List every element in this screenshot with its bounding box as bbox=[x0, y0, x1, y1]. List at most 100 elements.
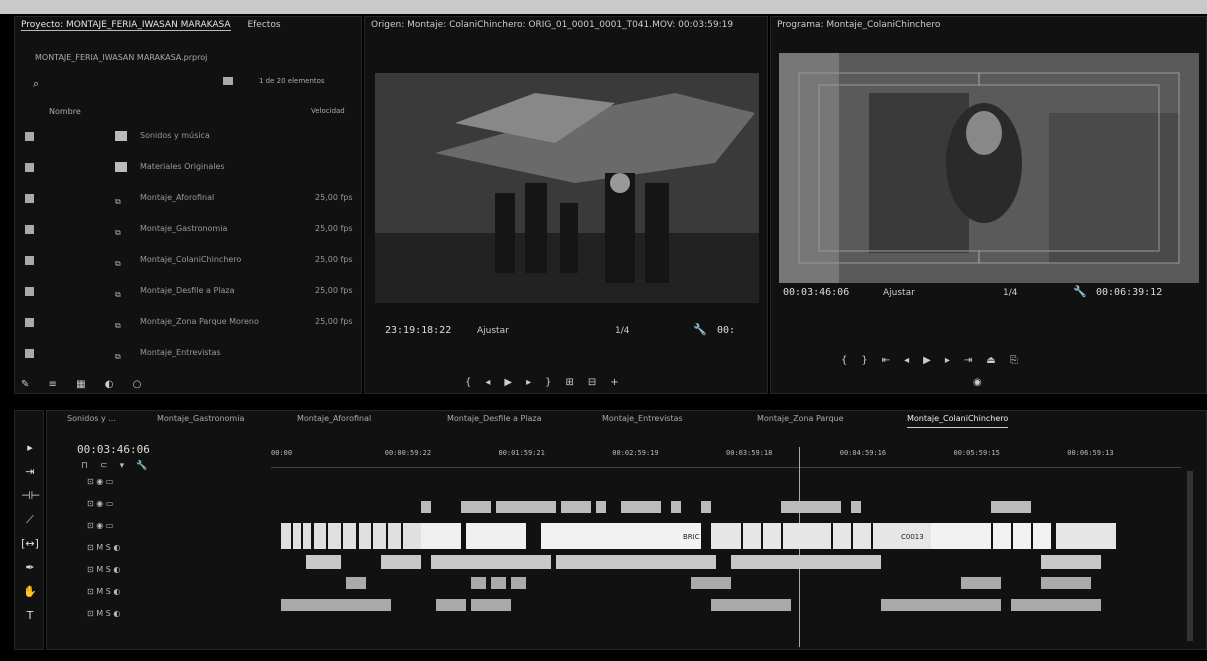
track-header-controls[interactable]: ⊡ M S ◐ bbox=[87, 543, 120, 552]
timeline-timecode[interactable]: 00:03:46:06 bbox=[77, 443, 150, 456]
source-video-image bbox=[375, 73, 759, 303]
timeline-tab[interactable]: Montaje_Gastronomia bbox=[157, 411, 244, 427]
label-color-chip[interactable] bbox=[25, 318, 34, 327]
linked-icon[interactable]: ⊂ bbox=[100, 461, 120, 471]
source-fit-select[interactable]: Ajustar bbox=[477, 326, 509, 336]
label-color-chip[interactable] bbox=[25, 287, 34, 296]
timeline-tab[interactable]: Montaje_ColaniChinchero bbox=[907, 411, 1009, 428]
mark-out-icon[interactable]: } bbox=[861, 355, 881, 366]
camera-icon[interactable]: ◉ bbox=[973, 377, 982, 388]
clip-label-c0013: C0013 bbox=[901, 533, 924, 541]
mark-in-icon[interactable]: { bbox=[841, 355, 861, 366]
overwrite-icon[interactable]: ⊟ bbox=[588, 377, 610, 388]
project-item-name: Montaje_Zona Parque Moreno bbox=[140, 317, 259, 326]
go-to-in-icon[interactable]: ⇤ bbox=[882, 355, 904, 366]
project-list-item[interactable]: ⧉ Montaje_Desfile a Plaza 25,00 fps bbox=[15, 282, 361, 300]
tab-project[interactable]: Proyecto: MONTAJE_FERIA_IWASAN MARAKASA bbox=[21, 20, 231, 31]
project-item-rate: 25,00 fps bbox=[315, 193, 353, 202]
pen-tool-icon[interactable]: ✒ bbox=[21, 561, 39, 574]
insert-icon[interactable]: ⊞ bbox=[566, 377, 588, 388]
label-color-chip[interactable] bbox=[25, 194, 34, 203]
ruler-label: 00:03:59:18 bbox=[726, 449, 773, 457]
timeline-tab[interactable]: Montaje_Desfile a Plaza bbox=[447, 411, 542, 427]
ruler-label: 00:02:59:19 bbox=[612, 449, 659, 457]
label-color-chip[interactable] bbox=[25, 132, 34, 141]
project-list-item[interactable]: Materiales Originales bbox=[15, 158, 361, 176]
type-tool-icon[interactable]: T bbox=[21, 609, 39, 622]
project-file-name: MONTAJE_FERIA_IWASAN MARAKASA.prproj bbox=[35, 53, 208, 62]
ruler-label: 00:01:59:21 bbox=[498, 449, 545, 457]
timeline-tab[interactable]: Montaje_Entrevistas bbox=[602, 411, 683, 427]
hand-tool-icon[interactable]: ✋ bbox=[21, 585, 39, 598]
source-timecode[interactable]: 23:19:18:22 bbox=[385, 325, 451, 336]
project-panel-header: Proyecto: MONTAJE_FERIA_IWASAN MARAKASA … bbox=[15, 17, 361, 33]
project-list-item[interactable]: ⧉ Montaje_ColaniChinchero 25,00 fps bbox=[15, 251, 361, 269]
project-list-item[interactable]: ⧉ Montaje_Entrevistas bbox=[15, 344, 361, 362]
selection-tool-icon[interactable]: ▸ bbox=[21, 441, 39, 454]
new-bin-icon[interactable] bbox=[223, 77, 233, 85]
track-select-tool-icon[interactable]: ⇥ bbox=[21, 465, 39, 478]
tab-effects[interactable]: Efectos bbox=[247, 20, 280, 30]
tools-panel: ▸ ⇥ ⊣⊢ ⟋ [↔] ✒ ✋ T bbox=[14, 410, 44, 650]
track-header-controls[interactable]: ⊡ ◉ ▭ bbox=[87, 521, 113, 530]
column-rate-header[interactable]: Velocidad bbox=[311, 107, 345, 115]
project-list-item[interactable]: Sonidos y música bbox=[15, 127, 361, 145]
settings-wrench-icon[interactable]: 🔧 bbox=[136, 461, 159, 471]
track-header-controls[interactable]: ⊡ M S ◐ bbox=[87, 587, 120, 596]
track-header-controls[interactable]: ⊡ M S ◐ bbox=[87, 565, 120, 574]
ripple-edit-tool-icon[interactable]: ⊣⊢ bbox=[21, 489, 40, 502]
lift-icon[interactable]: ⏏ bbox=[986, 355, 1009, 366]
source-monitor-header[interactable]: Origen: Montaje: ColaniChinchero: ORIG_0… bbox=[365, 17, 767, 33]
timeline-scrollbar[interactable] bbox=[1187, 471, 1193, 641]
column-name-header[interactable]: Nombre bbox=[49, 107, 81, 116]
project-list-item[interactable]: ⧉ Montaje_Aforofinal 25,00 fps bbox=[15, 189, 361, 207]
mark-out-icon[interactable]: } bbox=[545, 377, 565, 388]
project-list-item[interactable]: ⧉ Montaje_Zona Parque Moreno 25,00 fps bbox=[15, 313, 361, 331]
sequence-icon: ⧉ bbox=[115, 197, 121, 206]
add-button-icon[interactable]: + bbox=[610, 377, 632, 388]
slip-tool-icon[interactable]: [↔] bbox=[21, 537, 39, 550]
program-fit-select[interactable]: Ajustar bbox=[883, 288, 915, 298]
source-quality-select[interactable]: 1/4 bbox=[615, 326, 629, 336]
mark-in-icon[interactable]: { bbox=[465, 377, 485, 388]
time-ruler[interactable]: 00:00 00:00:59:22 00:01:59:21 00:02:59:19 00… bbox=[271, 447, 1181, 468]
marker-icon[interactable]: ▾ bbox=[120, 461, 137, 471]
timeline-clips[interactable]: BRIC C0013 bbox=[271, 471, 1181, 649]
track-header-controls[interactable]: ⊡ ◉ ▭ bbox=[87, 477, 113, 486]
extract-icon[interactable]: ⎘ bbox=[1010, 355, 1032, 366]
step-forward-icon[interactable]: ▸ bbox=[945, 355, 964, 366]
program-wrench-icon[interactable]: 🔧 bbox=[1073, 285, 1087, 298]
play-icon[interactable]: ▶ bbox=[504, 377, 526, 388]
go-to-out-icon[interactable]: ⇥ bbox=[964, 355, 986, 366]
wrench-icon[interactable]: 🔧 bbox=[693, 323, 707, 336]
step-back-icon[interactable]: ◂ bbox=[485, 377, 504, 388]
timeline-tab[interactable]: Sonidos y ... bbox=[67, 411, 116, 427]
step-back-icon[interactable]: ◂ bbox=[904, 355, 923, 366]
timeline-tab[interactable]: Montaje_Aforofinal bbox=[297, 411, 371, 427]
search-icon[interactable]: ⌕ bbox=[33, 77, 39, 91]
label-color-chip[interactable] bbox=[25, 225, 34, 234]
source-duration: 00: bbox=[717, 325, 736, 336]
label-color-chip[interactable] bbox=[25, 163, 34, 172]
snap-icon[interactable]: ⊓ bbox=[81, 461, 100, 471]
track-header-controls[interactable]: ⊡ ◉ ▭ bbox=[87, 499, 113, 508]
project-list-item[interactable]: ⧉ Montaje_Gastronomia 25,00 fps bbox=[15, 220, 361, 238]
sequence-icon: ⧉ bbox=[115, 228, 121, 237]
program-timecode[interactable]: 00:03:46:06 bbox=[783, 287, 849, 298]
track-header-controls[interactable]: ⊡ M S ◐ bbox=[87, 609, 120, 618]
program-transport: {}⇤◂▶▸⇥⏏⎘ bbox=[841, 355, 1032, 366]
sequence-icon: ⧉ bbox=[115, 290, 121, 299]
project-footer: ✎ ≡ ▦ ◐ ○ bbox=[21, 379, 150, 390]
step-forward-icon[interactable]: ▸ bbox=[526, 377, 545, 388]
project-item-name: Montaje_Entrevistas bbox=[140, 348, 221, 357]
timeline-tab[interactable]: Montaje_Zona Parque bbox=[757, 411, 844, 427]
play-icon[interactable]: ▶ bbox=[923, 355, 945, 366]
project-item-rate: 25,00 fps bbox=[315, 286, 353, 295]
program-quality-select[interactable]: 1/4 bbox=[1003, 288, 1017, 298]
program-monitor: Programa: Montaje_ColaniChinchero 00:03:… bbox=[770, 16, 1207, 394]
razor-tool-icon[interactable]: ⟋ bbox=[21, 513, 39, 527]
program-monitor-header[interactable]: Programa: Montaje_ColaniChinchero bbox=[771, 17, 1206, 33]
label-color-chip[interactable] bbox=[25, 256, 34, 265]
label-color-chip[interactable] bbox=[25, 349, 34, 358]
item-count: 1 de 20 elementos bbox=[259, 77, 325, 85]
